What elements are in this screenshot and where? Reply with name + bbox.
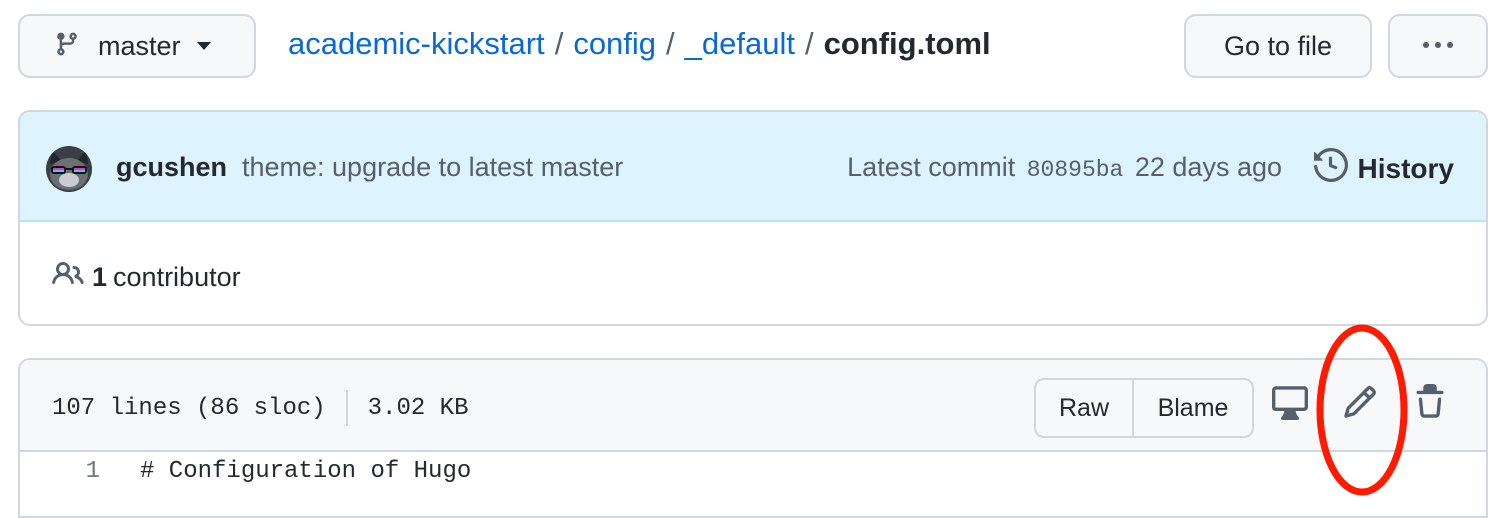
file-actions-group: Raw Blame	[1034, 378, 1254, 438]
breadcrumb-current-file: config.toml	[823, 26, 991, 61]
more-options-button[interactable]	[1388, 14, 1488, 78]
branch-select-button[interactable]: master	[18, 14, 256, 78]
code-line: 1 # Configuration of Hugo	[20, 452, 1486, 512]
latest-commit-info: Latest commit 80895ba 22 days ago	[847, 152, 1282, 183]
avatar[interactable]	[46, 146, 92, 192]
file-viewer: 107 lines (86 sloc) 3.02 KB Raw Blame 1 …	[18, 358, 1488, 518]
desktop-icon[interactable]	[1272, 384, 1308, 425]
history-label: History	[1357, 152, 1454, 184]
breadcrumb-repo-link[interactable]: academic-kickstart	[288, 26, 545, 61]
raw-label: Raw	[1058, 393, 1109, 422]
kebab-horizontal-icon	[1421, 37, 1455, 55]
breadcrumb-separator: /	[666, 26, 675, 61]
contributor-label: contributor	[113, 262, 241, 292]
breadcrumb-separator: /	[554, 26, 564, 61]
trash-icon[interactable]	[1412, 384, 1448, 425]
line-number[interactable]: 1	[20, 458, 100, 485]
git-branch-icon	[54, 30, 80, 63]
latest-commit-bar: gcushen theme: upgrade to latest master …	[20, 112, 1486, 222]
commit-author-link[interactable]: gcushen	[116, 152, 227, 183]
raw-button[interactable]: Raw	[1036, 380, 1134, 436]
breadcrumb-separator: /	[805, 26, 814, 61]
file-header: 107 lines (86 sloc) 3.02 KB Raw Blame	[20, 360, 1486, 452]
commit-age: 22 days ago	[1134, 152, 1282, 182]
caret-down-icon	[196, 42, 211, 50]
people-icon	[52, 258, 84, 297]
branch-label: master	[98, 30, 181, 61]
blame-button[interactable]: Blame	[1134, 380, 1252, 436]
file-info: 107 lines (86 sloc) 3.02 KB	[52, 390, 468, 426]
latest-commit-label: Latest commit	[847, 152, 1016, 182]
history-link[interactable]: History	[1313, 147, 1454, 189]
line-content: # Configuration of Hugo	[140, 458, 472, 485]
commit-sha-link[interactable]: 80895ba	[1027, 157, 1124, 183]
breadcrumb-config-link[interactable]: config	[573, 26, 656, 61]
contributor-count: 1	[92, 262, 108, 292]
breadcrumb-default-link[interactable]: _default	[685, 26, 795, 61]
file-size: 3.02 KB	[367, 394, 469, 422]
go-to-file-label: Go to file	[1223, 30, 1333, 61]
commit-box: gcushen theme: upgrade to latest master …	[18, 110, 1488, 326]
contributors-summary[interactable]: 1 contributor	[52, 258, 241, 297]
divider	[345, 390, 348, 426]
commit-message-link[interactable]: theme: upgrade to latest master	[242, 152, 623, 183]
breadcrumb: academic-kickstart / config / _default / confi…	[288, 26, 991, 62]
blame-label: Blame	[1157, 393, 1229, 422]
go-to-file-button[interactable]: Go to file	[1184, 14, 1372, 78]
file-lines: 107 lines (86 sloc)	[52, 394, 326, 422]
pencil-icon[interactable]	[1342, 384, 1378, 425]
history-icon	[1313, 147, 1358, 189]
